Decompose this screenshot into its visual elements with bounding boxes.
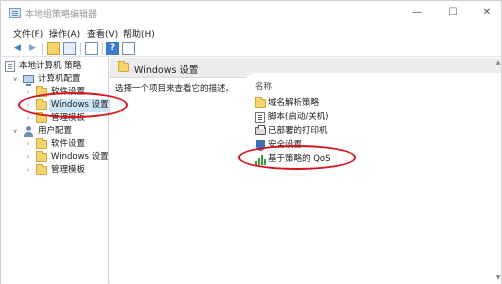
scroll-up-icon[interactable]: ▲ <box>495 59 501 66</box>
window-title: 本地组策略编辑器 <box>25 10 98 20</box>
tree-label: 软件设置 <box>51 139 86 149</box>
up-folder-icon[interactable] <box>47 42 60 55</box>
toolbar-separator <box>42 43 43 55</box>
menu-action[interactable]: 操作(A) <box>49 27 80 40</box>
annotation-oval-windows-settings <box>18 92 128 118</box>
policy-icon <box>5 61 15 72</box>
maximize-button[interactable]: ☐ <box>438 4 468 22</box>
back-icon[interactable]: ◀ <box>11 42 24 55</box>
expand-chevron-icon[interactable]: › <box>24 164 32 177</box>
menu-view[interactable]: 查看(V) <box>87 27 118 40</box>
show-hide-tree-icon[interactable] <box>63 42 76 55</box>
collapse-chevron-icon[interactable]: ∨ <box>11 125 19 138</box>
forward-icon[interactable]: ▶ <box>26 42 39 55</box>
menu-bar: 文件(F) 操作(A) 查看(V) 帮助(H) <box>1 25 501 41</box>
toolbar-separator <box>80 43 81 55</box>
toolbar: ◀ ▶ ? <box>1 41 501 57</box>
user-icon <box>23 126 34 137</box>
computer-icon <box>23 75 34 86</box>
vertical-scrollbar[interactable]: ▲ ▼ <box>495 59 501 283</box>
details-title: Windows 设置 <box>134 65 199 76</box>
list-item-label: 脚本(启动/关机) <box>268 112 329 122</box>
tree-label: 计算机配置 <box>38 74 81 84</box>
annotation-oval-qos <box>238 145 356 170</box>
scroll-down-icon[interactable]: ▼ <box>495 274 501 281</box>
list-item-label: 已部署的打印机 <box>268 126 328 136</box>
help-icon[interactable]: ? <box>106 42 119 55</box>
folder-icon <box>36 151 47 162</box>
properties-icon[interactable] <box>122 42 135 55</box>
details-pane: Windows 设置 选择一个项目来查看它的描述。 名称 域名解析策略 脚本(启… <box>110 58 501 284</box>
tree-label: 管理模板 <box>51 165 86 175</box>
folder-icon <box>118 61 129 72</box>
tree-label: 本地计算机 策略 <box>19 61 82 71</box>
column-header-name[interactable]: 名称 <box>255 80 272 92</box>
item-list: 名称 域名解析策略 脚本(启动/关机) 已部署的打印机 安全设置 基于策略的 Q… <box>243 73 501 284</box>
folder-icon <box>36 164 47 175</box>
menu-file[interactable]: 文件(F) <box>13 27 43 40</box>
description-hint: 选择一个项目来查看它的描述。 <box>115 84 235 94</box>
minimize-button[interactable]: — <box>402 4 432 22</box>
title-bar: 本地组策略编辑器 — ☐ ✕ <box>1 1 501 25</box>
printer-icon <box>255 125 266 135</box>
menu-help[interactable]: 帮助(H) <box>123 27 155 40</box>
expand-chevron-icon[interactable]: › <box>24 138 32 151</box>
list-item-label: 域名解析策略 <box>268 98 320 108</box>
folder-icon <box>255 97 266 108</box>
group-policy-editor-window: 本地组策略编辑器 — ☐ ✕ 文件(F) 操作(A) 查看(V) 帮助(H) ◀… <box>0 0 502 284</box>
tree-node-computer-config[interactable]: ∨ 计算机配置 <box>1 73 109 86</box>
tree-node-uc-admin-templates[interactable]: › 管理模板 <box>1 164 109 177</box>
export-icon[interactable] <box>85 42 98 55</box>
toolbar-separator <box>102 43 103 55</box>
close-button[interactable]: ✕ <box>472 4 502 22</box>
app-icon <box>9 8 21 18</box>
tree-label: 用户配置 <box>38 126 73 136</box>
tree-node-user-config[interactable]: ∨ 用户配置 <box>1 125 109 138</box>
expand-chevron-icon[interactable]: › <box>24 151 32 164</box>
tree-label: Windows 设置 <box>51 152 109 162</box>
tree-node-local-policy[interactable]: 本地计算机 策略 <box>5 60 109 73</box>
collapse-chevron-icon[interactable]: ∨ <box>11 73 19 86</box>
expand-chevron-icon[interactable]: › <box>24 112 32 125</box>
tree-node-uc-software[interactable]: › 软件设置 <box>1 138 109 151</box>
folder-icon <box>36 138 47 149</box>
script-icon <box>255 112 265 123</box>
tree-node-uc-windows-settings[interactable]: › Windows 设置 <box>1 151 109 164</box>
